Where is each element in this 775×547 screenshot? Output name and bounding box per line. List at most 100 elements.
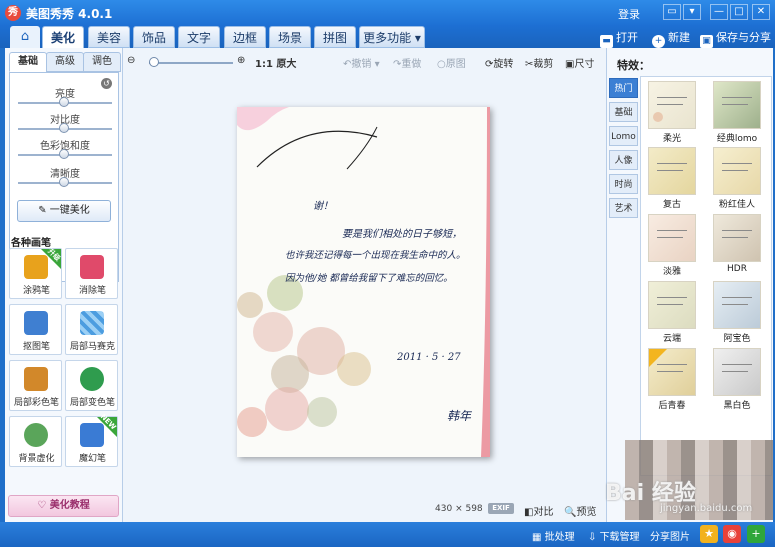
effect-thumb-abao[interactable]	[713, 281, 761, 329]
download-manager-button[interactable]: ⇩ 下载管理	[588, 528, 640, 543]
effect-cat-hot[interactable]: 热门	[609, 78, 638, 98]
zoom-slider[interactable]	[149, 62, 233, 64]
effect-thumb-pink-lady[interactable]	[713, 147, 761, 195]
share-image-button[interactable]: 分享图片	[650, 528, 690, 543]
brush-doodle[interactable]: 升级 涂鸦笔	[9, 247, 62, 299]
effect-thumb-classic-lomo[interactable]	[713, 81, 761, 129]
one-click-beautify-button[interactable]: ✎ 一键美化	[17, 200, 111, 222]
effect-thumb-black-white[interactable]	[713, 348, 761, 396]
effect-label: 经典lomo	[716, 134, 758, 144]
crop-button[interactable]: ✂裁剪	[525, 55, 553, 70]
preview-button[interactable]: 🔍预览	[564, 503, 596, 518]
login-link[interactable]: 登录	[618, 6, 640, 22]
effect-thumb-post-youth[interactable]	[648, 348, 696, 396]
brush-cutout[interactable]: 抠图笔	[9, 304, 62, 355]
compare-button[interactable]: ◧对比	[524, 503, 553, 518]
tab-scene[interactable]: 场景	[269, 26, 311, 48]
subtab-color[interactable]: 调色	[83, 52, 121, 72]
brush-mosaic[interactable]: 局部马赛克	[65, 304, 118, 355]
tab-face[interactable]: 美容	[88, 26, 130, 48]
tab-decorations[interactable]: 饰品	[133, 26, 175, 48]
minimize-button[interactable]: —	[710, 4, 728, 20]
redo-label: 重做	[401, 59, 422, 70]
effect-cat-basic[interactable]: 基础	[609, 102, 638, 122]
new-button[interactable]: + 新建	[652, 29, 690, 48]
resize-button[interactable]: ▣尺寸	[565, 55, 594, 70]
star-icon[interactable]: ★	[700, 525, 718, 543]
close-button[interactable]: ✕	[752, 4, 770, 20]
tab-frame[interactable]: 边框	[224, 26, 266, 48]
rotate-label: 旋转	[493, 59, 514, 70]
one-click-beautify-label: 一键美化	[49, 205, 90, 216]
photo-circle	[337, 352, 371, 386]
magic-wand-icon: ✎	[38, 205, 50, 216]
subtab-advanced[interactable]: 高级	[46, 52, 84, 72]
tab-beautify[interactable]: 美化	[42, 26, 84, 48]
exif-button[interactable]: EXIF	[488, 503, 514, 514]
brush-cutout-label: 抠图笔	[22, 342, 50, 352]
brush-local-color-label: 局部彩色笔	[13, 398, 59, 408]
zoom-knob[interactable]	[149, 57, 159, 67]
batch-icon: ▦	[532, 532, 545, 543]
handwriting-line: 谢！	[313, 201, 333, 212]
blur-icon	[24, 423, 48, 447]
brush-recolor[interactable]: 局部变色笔	[65, 360, 118, 411]
batch-process-button[interactable]: ▦ 批处理	[532, 528, 575, 543]
sharpness-knob[interactable]	[59, 177, 69, 187]
canvas-area[interactable]: 谢！ 要是我们相处的日子够短， 也许我还记得每一个出现在我生命中的人。 因为他/…	[125, 76, 605, 496]
effect-thumb-retro[interactable]	[648, 147, 696, 195]
effect-thumb-soft-light[interactable]	[648, 81, 696, 129]
original-size-button[interactable]: 1:1 原大	[255, 55, 296, 70]
effect-label: 阿宝色	[723, 334, 751, 344]
redo-button[interactable]: ↷重做	[393, 55, 421, 70]
tab-collage[interactable]: 拼图	[314, 26, 356, 48]
effects-panel: 特效： 热门 基础 Lomo 人像 时尚 艺术 柔光 经典lomo 复古 粉红佳…	[606, 48, 773, 522]
zoom-out-icon[interactable]: ⊖	[127, 55, 135, 66]
contrast-knob[interactable]	[59, 123, 69, 133]
brush-magic[interactable]: NEW 魔幻笔	[65, 413, 118, 467]
brush-eraser[interactable]: 消除笔	[65, 248, 118, 299]
effect-cat-portrait[interactable]: 人像	[609, 150, 638, 170]
menu-dropdown-icon[interactable]: ▾	[683, 4, 701, 20]
undo-label: 撤销	[351, 59, 372, 70]
tutorial-button[interactable]: ♡ 美化教程	[8, 495, 119, 517]
brush-local-color[interactable]: 局部彩色笔	[9, 360, 62, 411]
skin-icon[interactable]: ▭	[663, 4, 681, 20]
effect-thumb-hdr[interactable]	[713, 214, 761, 262]
effect-cat-art[interactable]: 艺术	[609, 198, 638, 218]
maximize-button[interactable]: □	[730, 4, 748, 20]
effect-cat-lomo[interactable]: Lomo	[609, 126, 638, 146]
open-button[interactable]: ▬ 打开	[600, 29, 638, 48]
add-icon[interactable]: +	[747, 525, 765, 543]
times-sign: ×	[455, 504, 463, 514]
home-icon[interactable]: ⌂	[10, 26, 40, 48]
bottom-bar: ▦ 批处理 ⇩ 下载管理 分享图片 ★ ◉ +	[0, 522, 775, 547]
save-share-button[interactable]: ▣ 保存与分享	[700, 29, 771, 48]
handwriting-line: 也许我还记得每一个出现在我生命中的人。	[285, 250, 466, 261]
saturation-knob[interactable]	[59, 149, 69, 159]
brush-section-title: 各种画笔	[11, 238, 51, 249]
undo-button[interactable]: ↶撤销 ▾	[343, 55, 380, 70]
new-label: 新建	[668, 31, 690, 44]
weibo-icon[interactable]: ◉	[723, 525, 741, 543]
original-icon: ○	[437, 59, 446, 70]
tab-text[interactable]: 文字	[178, 26, 220, 48]
eraser-icon	[80, 255, 104, 279]
effect-thumb-elegant[interactable]	[648, 214, 696, 262]
original-image-button[interactable]: ○原图	[437, 55, 466, 70]
tab-more-features[interactable]: 更多功能 ▾	[359, 26, 425, 48]
subtab-basic[interactable]: 基础	[9, 52, 47, 72]
compare-label: 对比	[533, 507, 554, 518]
brush-background-blur[interactable]: 背景虚化	[9, 416, 62, 467]
brightness-knob[interactable]	[59, 97, 69, 107]
baidu-watermark-url: jingyan.baidu.com	[660, 503, 753, 514]
handwriting-signature: 韩年	[447, 409, 472, 423]
effect-label: 粉红佳人	[718, 200, 755, 210]
effect-thumb-cloud[interactable]	[648, 281, 696, 329]
image-width: 430	[435, 504, 453, 514]
effect-cat-fashion[interactable]: 时尚	[609, 174, 638, 194]
rotate-button[interactable]: ⟳旋转	[485, 55, 513, 70]
heart-icon: ♡	[37, 500, 50, 511]
resize-label: 尺寸	[574, 59, 595, 70]
zoom-in-icon[interactable]: ⊕	[237, 55, 245, 66]
